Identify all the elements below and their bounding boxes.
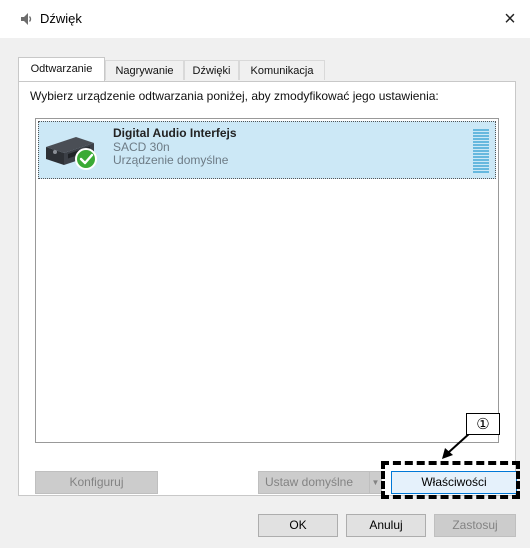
tab-playback[interactable]: Odtwarzanie: [18, 57, 105, 81]
volume-level-meter: [473, 129, 489, 173]
cancel-button[interactable]: Anuluj: [346, 514, 426, 537]
tab-panel: Wybierz urządzenie odtwarzania poniżej, …: [18, 81, 517, 496]
dialog-body: Odtwarzanie Nagrywanie Dźwięki Komunikac…: [0, 38, 530, 548]
check-circle-icon: [75, 148, 97, 170]
set-default-dropdown-arrow[interactable]: ▼: [369, 471, 382, 494]
device-model: SACD 30n: [113, 140, 170, 154]
configure-button[interactable]: Konfiguruj: [35, 471, 158, 494]
device-status: Urządzenie domyślne: [113, 153, 229, 167]
window-title: Dźwięk: [40, 11, 82, 26]
device-name: Digital Audio Interfejs: [113, 126, 237, 140]
tab-sounds[interactable]: Dźwięki: [184, 60, 239, 80]
ok-button[interactable]: OK: [258, 514, 338, 537]
close-button[interactable]: ×: [490, 0, 530, 38]
set-default-button[interactable]: Ustaw domyślne: [258, 471, 370, 494]
speaker-icon: [21, 13, 32, 25]
tab-recording[interactable]: Nagrywanie: [105, 60, 184, 80]
title-bar: Dźwięk ×: [0, 0, 530, 38]
device-list-item[interactable]: Digital Audio Interfejs SACD 30n Urządze…: [38, 121, 496, 179]
instruction-text: Wybierz urządzenie odtwarzania poniżej, …: [30, 89, 439, 103]
properties-button[interactable]: Właściwości: [391, 471, 517, 494]
device-list[interactable]: Digital Audio Interfejs SACD 30n Urządze…: [35, 118, 499, 443]
audio-device-icon: [46, 137, 97, 170]
tab-communications[interactable]: Komunikacja: [239, 60, 325, 80]
callout-number: ①: [466, 413, 500, 435]
apply-button[interactable]: Zastosuj: [434, 514, 516, 537]
